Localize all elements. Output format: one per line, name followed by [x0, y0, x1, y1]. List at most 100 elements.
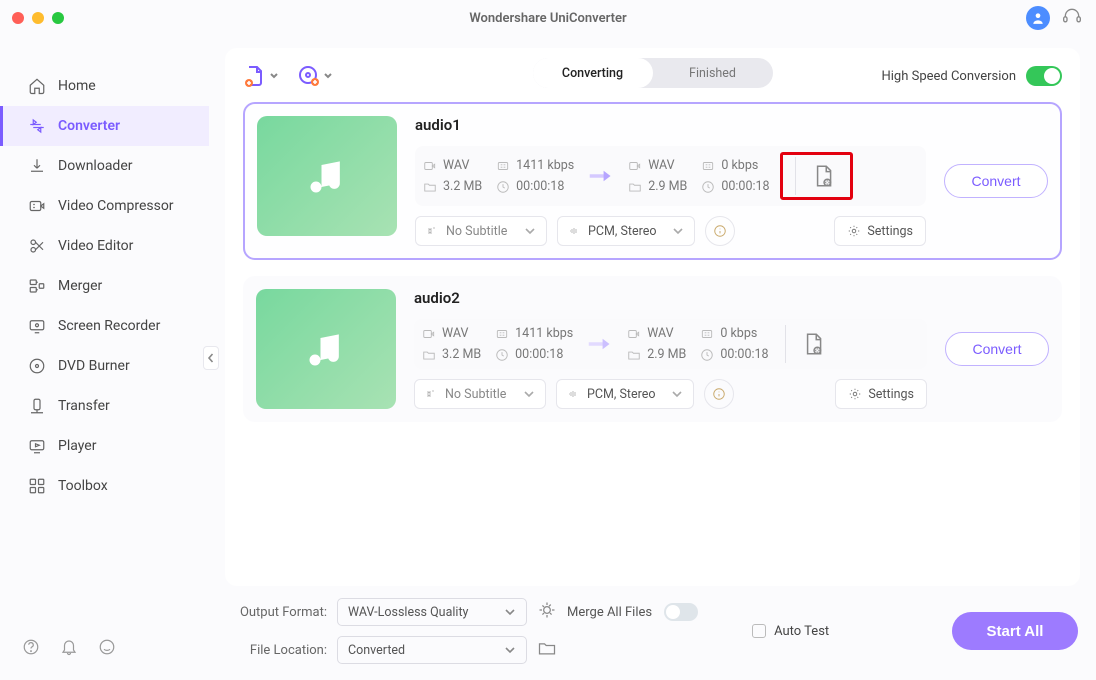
file-name: audio2: [414, 289, 927, 307]
codec-dropdown[interactable]: PCM, Stereo: [556, 379, 694, 409]
file-card: audio2 WAV 1411 kbps 3.2 MB 00:00:18 WA: [243, 276, 1062, 422]
sidebar: Home Converter Downloader Video Compress…: [0, 36, 209, 680]
sidebar-item-home[interactable]: Home: [0, 66, 209, 106]
add-file-button[interactable]: [243, 64, 279, 88]
file-location-label: File Location:: [227, 643, 327, 658]
sidebar-item-toolbox[interactable]: Toolbox: [0, 466, 209, 506]
titlebar: Wondershare UniConverter: [0, 0, 1096, 36]
sidebar-item-label: Merger: [58, 278, 102, 294]
merge-toggle[interactable]: [664, 603, 698, 621]
close-window[interactable]: [12, 12, 24, 24]
minimize-window[interactable]: [32, 12, 44, 24]
folder-icon: [628, 180, 642, 194]
merger-icon: [28, 277, 46, 295]
feedback-icon[interactable]: [98, 638, 116, 660]
converter-icon: [28, 117, 46, 135]
output-settings-icon[interactable]: [537, 600, 557, 624]
sidebar-item-transfer[interactable]: Transfer: [0, 386, 209, 426]
output-format-select[interactable]: WAV-Lossless Quality: [337, 598, 527, 626]
music-icon: [305, 154, 349, 198]
sidebar-item-label: Screen Recorder: [58, 318, 160, 334]
merge-label: Merge All Files: [567, 605, 652, 620]
home-icon: [28, 77, 46, 95]
tab-converting[interactable]: Converting: [533, 58, 653, 88]
bell-icon[interactable]: [60, 638, 78, 660]
add-dvd-button[interactable]: [297, 64, 333, 88]
output-settings-highlight: [780, 152, 853, 200]
sidebar-item-recorder[interactable]: Screen Recorder: [0, 306, 209, 346]
support-icon[interactable]: [1062, 6, 1082, 30]
open-folder-icon[interactable]: [537, 638, 557, 662]
video-icon: [423, 159, 437, 173]
status-tabs: Converting Finished: [533, 58, 773, 88]
file-thumbnail[interactable]: [256, 289, 396, 409]
info-button[interactable]: [705, 216, 735, 246]
window-controls: [12, 12, 64, 24]
hsc-toggle[interactable]: [1026, 66, 1062, 86]
chevron-down-icon: [504, 606, 516, 618]
subtitle-icon: [426, 225, 438, 237]
user-avatar[interactable]: [1026, 6, 1050, 30]
footer: Output Format: WAV-Lossless Quality Merg…: [227, 598, 1078, 664]
sidebar-item-merger[interactable]: Merger: [0, 266, 209, 306]
clock-icon: [496, 180, 510, 194]
auto-test-checkbox[interactable]: [752, 624, 766, 638]
sidebar-item-label: Video Compressor: [58, 198, 174, 214]
file-thumbnail[interactable]: [257, 116, 397, 236]
sidebar-item-downloader[interactable]: Downloader: [0, 146, 209, 186]
file-name: audio1: [415, 116, 926, 134]
output-settings-button[interactable]: [794, 325, 832, 363]
codec-dropdown[interactable]: PCM, Stereo: [557, 216, 695, 246]
subtitle-dropdown[interactable]: No Subtitle: [414, 379, 546, 409]
add-file-icon: [243, 64, 267, 88]
maximize-window[interactable]: [52, 12, 64, 24]
subtitle-dropdown[interactable]: No Subtitle: [415, 216, 547, 246]
tab-finished[interactable]: Finished: [653, 58, 773, 88]
sidebar-item-dvd[interactable]: DVD Burner: [0, 346, 209, 386]
settings-button[interactable]: Settings: [835, 379, 927, 409]
bitrate-icon: [496, 159, 510, 173]
bitrate-icon: [701, 159, 715, 173]
sidebar-item-label: Toolbox: [58, 478, 108, 494]
sidebar-item-converter[interactable]: Converter: [0, 106, 209, 146]
app-title: Wondershare UniConverter: [0, 11, 1096, 26]
sidebar-item-label: Video Editor: [58, 238, 133, 254]
sidebar-item-label: DVD Burner: [58, 358, 130, 374]
convert-button[interactable]: Convert: [945, 332, 1049, 366]
video-icon: [628, 159, 642, 173]
chevron-down-icon: [524, 225, 536, 237]
chevron-down-icon: [672, 225, 684, 237]
convert-button[interactable]: Convert: [944, 164, 1048, 198]
sidebar-item-player[interactable]: Player: [0, 426, 209, 466]
output-format-label: Output Format:: [227, 605, 327, 620]
player-icon: [28, 437, 46, 455]
info-button[interactable]: [704, 379, 734, 409]
toolbox-icon: [28, 477, 46, 495]
transfer-icon: [28, 397, 46, 415]
info-icon: [713, 224, 727, 238]
auto-test-label: Auto Test: [774, 624, 829, 639]
audio-wave-icon: [568, 225, 580, 237]
compress-icon: [28, 197, 46, 215]
dvd-icon: [28, 357, 46, 375]
arrow-icon: [584, 166, 618, 186]
sidebar-item-editor[interactable]: Video Editor: [0, 226, 209, 266]
music-icon: [304, 327, 348, 371]
file-location-select[interactable]: Converted: [337, 636, 527, 664]
folder-icon: [423, 180, 437, 194]
hsc-label: High Speed Conversion: [881, 69, 1016, 84]
recorder-icon: [28, 317, 46, 335]
gear-icon: [847, 224, 861, 238]
sidebar-item-label: Converter: [58, 118, 120, 134]
sidebar-item-label: Downloader: [58, 158, 133, 174]
main-panel: High Speed Conversion audio1 WAV 1411 kb…: [225, 48, 1080, 586]
start-all-button[interactable]: Start All: [952, 612, 1078, 650]
editor-icon: [28, 237, 46, 255]
sidebar-item-compressor[interactable]: Video Compressor: [0, 186, 209, 226]
chevron-down-icon: [504, 644, 516, 656]
help-icon[interactable]: [22, 638, 40, 660]
sidebar-item-label: Home: [58, 78, 96, 94]
downloader-icon: [28, 157, 46, 175]
output-settings-button[interactable]: [804, 157, 842, 195]
settings-button[interactable]: Settings: [834, 216, 926, 246]
